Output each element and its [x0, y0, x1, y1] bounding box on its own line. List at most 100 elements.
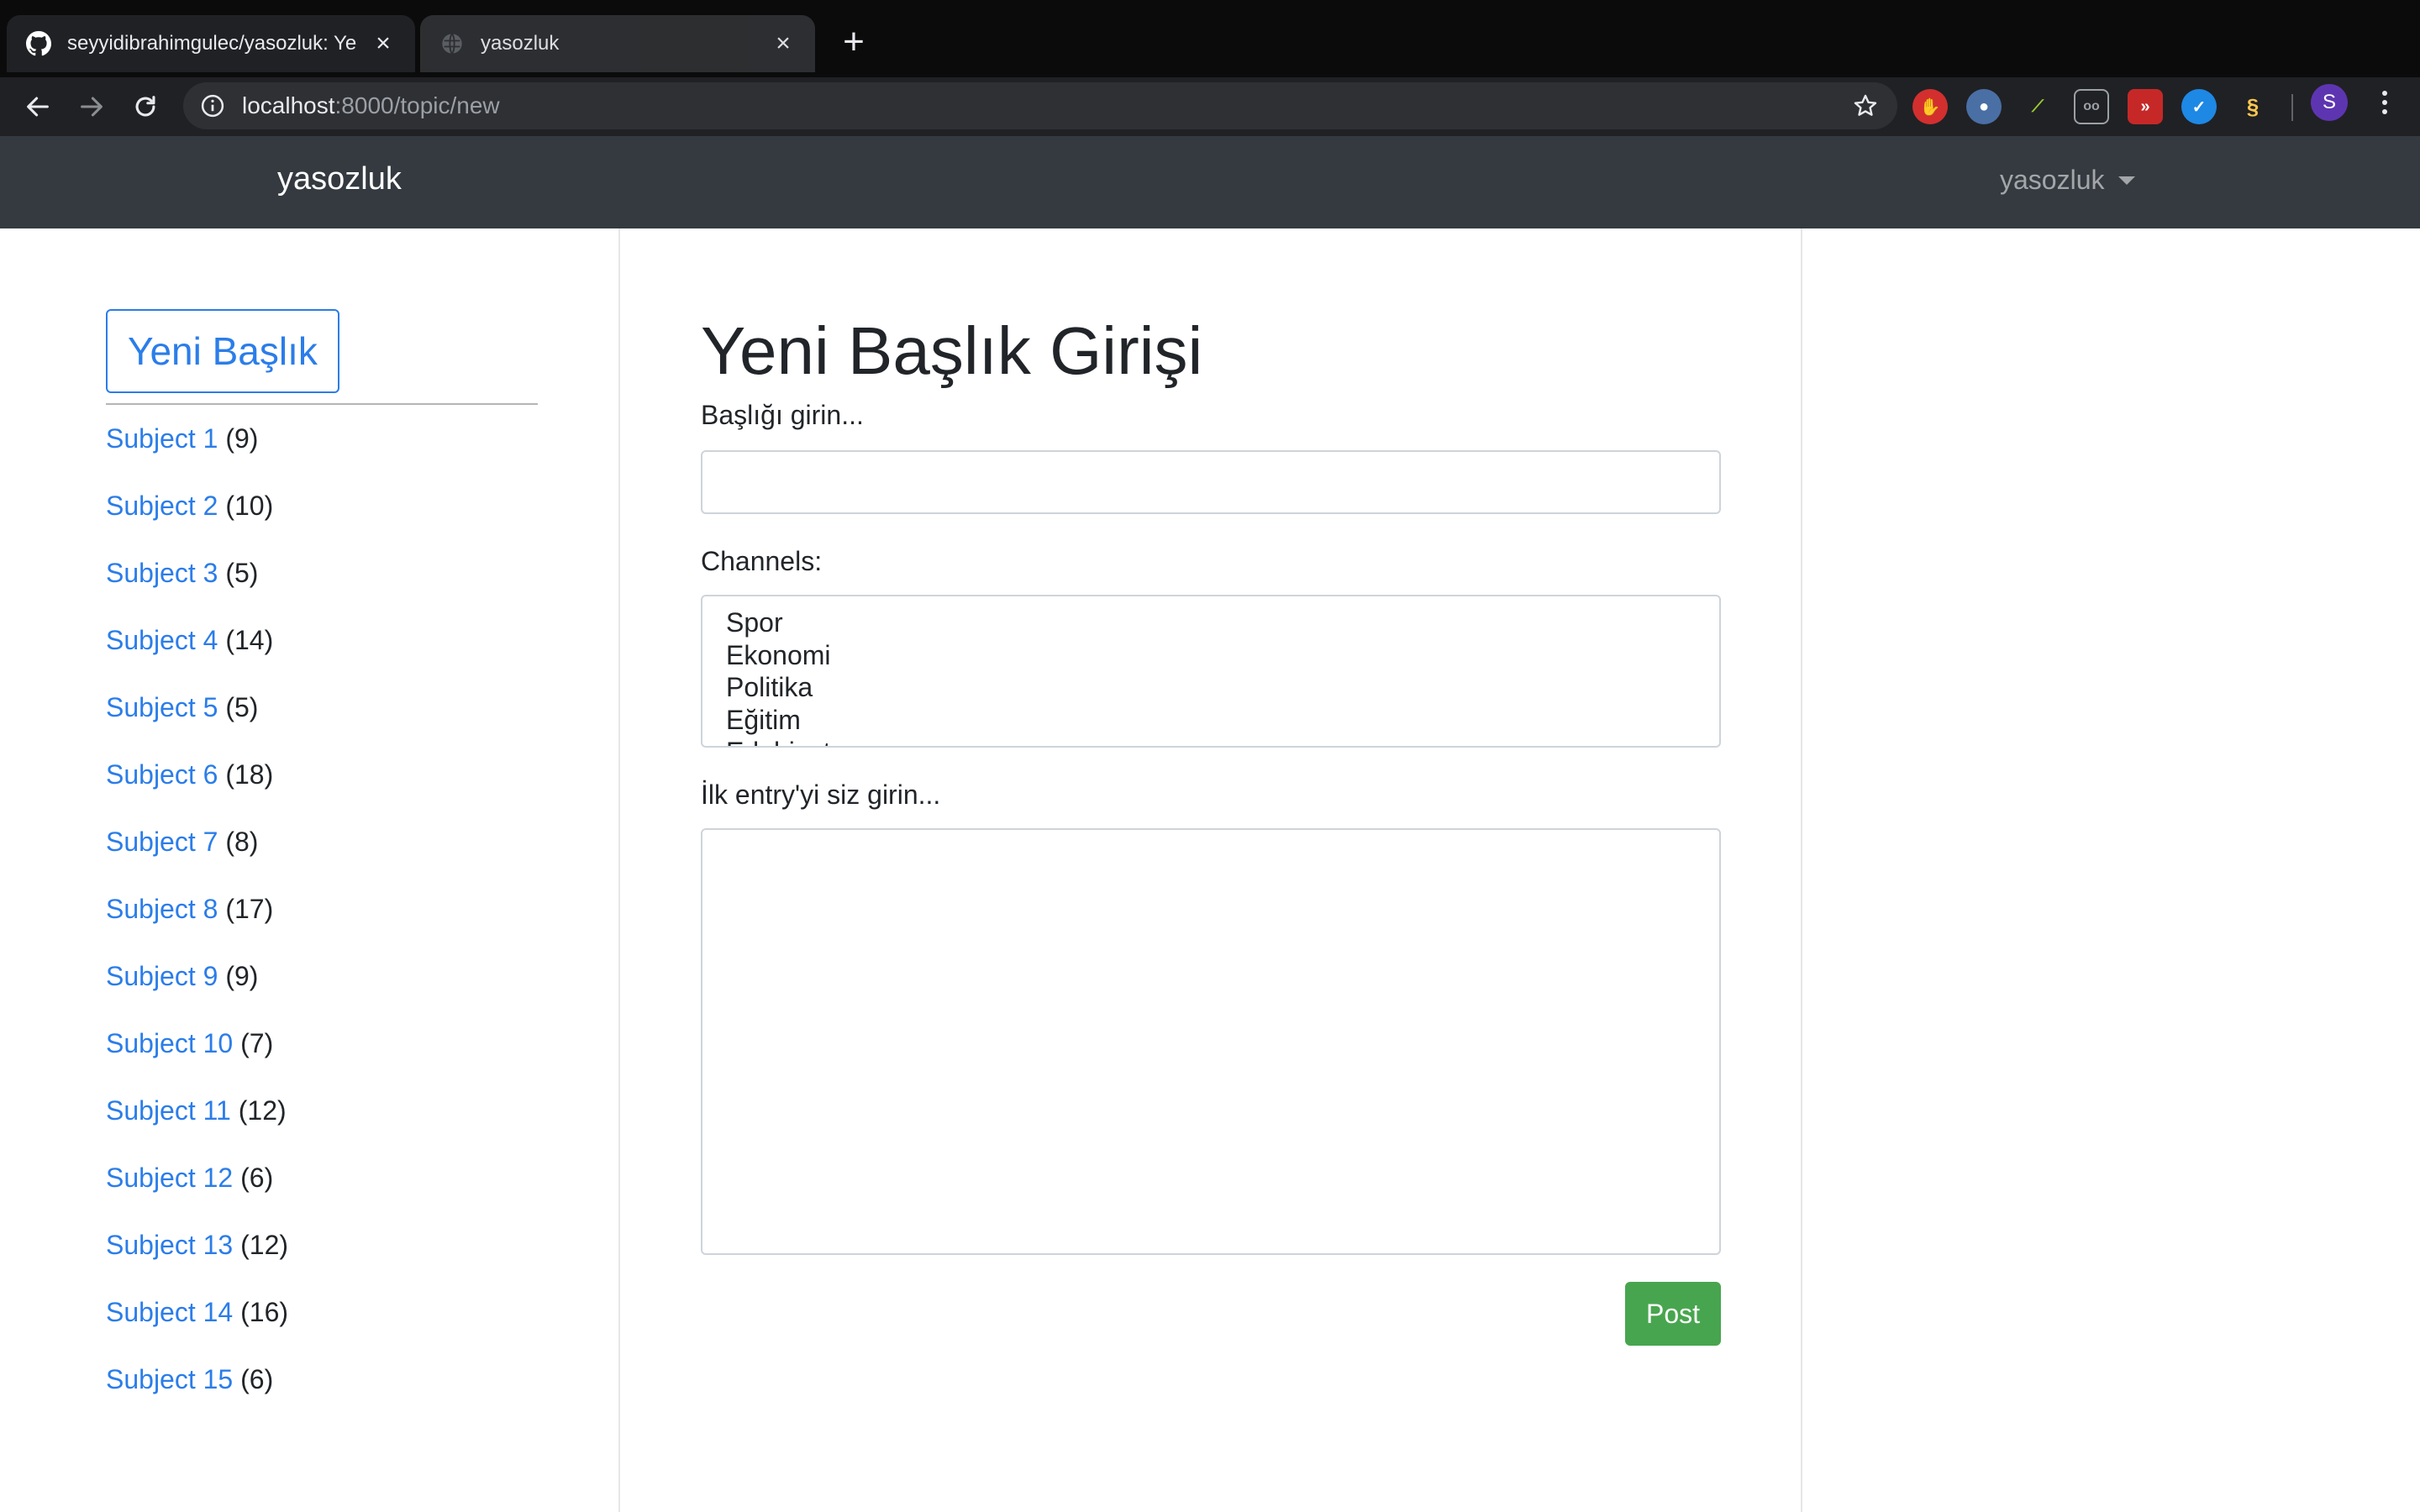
subject-count: (18) — [225, 759, 274, 790]
address-bar[interactable]: localhost:8000/topic/new — [183, 82, 1897, 129]
bookmark-star-icon[interactable] — [1852, 92, 1879, 119]
subject-count: (12) — [240, 1230, 289, 1260]
github-icon — [25, 30, 52, 57]
subject-link[interactable]: Subject 1 — [106, 423, 218, 454]
post-button[interactable]: Post — [1625, 1282, 1721, 1346]
subject-item: Subject 13 (12) — [106, 1226, 538, 1294]
column-divider — [618, 228, 620, 1512]
subject-item: Subject 11 (12) — [106, 1092, 538, 1159]
profile-avatar[interactable]: S — [2311, 84, 2348, 121]
subject-count: (6) — [240, 1364, 274, 1394]
subject-link[interactable]: Subject 2 — [106, 491, 218, 521]
toolbar-separator — [2291, 94, 2293, 121]
forward-arrow-icon[interactable] — [71, 86, 113, 128]
subject-item: Subject 2 (10) — [106, 487, 538, 554]
channel-option[interactable]: Politika — [726, 671, 1696, 704]
user-dropdown[interactable]: yasozluk — [2000, 165, 2135, 196]
url-path: :8000/topic/new — [334, 92, 500, 118]
subject-count: (5) — [225, 692, 259, 722]
subject-item: Subject 4 (14) — [106, 622, 538, 689]
channel-option[interactable]: Spor — [726, 606, 1696, 639]
column-divider — [1801, 228, 1802, 1512]
form-actions: Post — [701, 1282, 1721, 1366]
browser-tab-yasozluk[interactable]: yasozluk × — [420, 15, 815, 72]
subject-count: (8) — [225, 827, 259, 857]
new-tab-icon[interactable]: + — [834, 24, 874, 64]
subject-link[interactable]: Subject 11 — [106, 1095, 231, 1126]
subject-item: Subject 7 (8) — [106, 823, 538, 890]
browser-tab-github[interactable]: seyyidibrahimgulec/yasozluk: Ye × — [7, 15, 415, 72]
channel-option[interactable]: Edebiyat — [726, 736, 1696, 746]
subject-item: Subject 5 (5) — [106, 689, 538, 756]
browser-toolbar: localhost:8000/topic/new ✋ ● ⟋ oo » ✓ § — [0, 77, 2420, 136]
subject-count: (17) — [225, 894, 274, 924]
caret-down-icon — [2118, 176, 2135, 185]
new-topic-button[interactable]: Yeni Başlık — [106, 309, 339, 393]
subject-link[interactable]: Subject 6 — [106, 759, 218, 790]
topic-label: Başlığı girin... — [701, 400, 864, 430]
tab-title: yasozluk — [481, 32, 560, 55]
subject-link[interactable]: Subject 10 — [106, 1028, 233, 1058]
entry-textarea[interactable] — [701, 828, 1721, 1255]
subject-list: Subject 1 (9) Subject 2 (10) Subject 3 (… — [106, 420, 538, 1428]
subject-link[interactable]: Subject 12 — [106, 1163, 233, 1193]
sidebar: Yeni Başlık Subject 1 (9) Subject 2 (10)… — [106, 309, 538, 1428]
extension-pin-icon[interactable]: ⟋ — [2020, 89, 2055, 124]
sidebar-divider — [106, 403, 538, 405]
subject-link[interactable]: Subject 14 — [106, 1297, 233, 1327]
subject-item: Subject 15 (6) — [106, 1361, 538, 1428]
info-icon[interactable] — [200, 93, 225, 118]
subject-count: (5) — [225, 558, 259, 588]
extension-check-icon[interactable]: ✓ — [2181, 89, 2217, 124]
adblock-extension-icon[interactable]: ✋ — [1912, 89, 1948, 124]
subject-item: Subject 1 (9) — [106, 420, 538, 487]
subject-count: (6) — [240, 1163, 274, 1193]
subject-item: Subject 8 (17) — [106, 890, 538, 958]
back-arrow-icon[interactable] — [17, 86, 59, 128]
python-extension-icon[interactable]: § — [2235, 89, 2270, 124]
navbar-brand[interactable]: yasozluk — [277, 161, 402, 197]
subject-count: (16) — [240, 1297, 289, 1327]
subject-count: (12) — [238, 1095, 287, 1126]
topic-input[interactable] — [701, 450, 1721, 514]
url-host: localhost — [242, 92, 335, 118]
subject-item: Subject 6 (18) — [106, 756, 538, 823]
browser-menu-icon[interactable] — [2370, 87, 2400, 118]
subject-count: (14) — [225, 625, 274, 655]
subject-count: (9) — [225, 961, 259, 991]
subject-count: (10) — [225, 491, 274, 521]
channel-option[interactable]: Ekonomi — [726, 639, 1696, 672]
new-topic-form: Yeni Başlık Girişi Başlığı girin... Chan… — [701, 309, 1721, 1366]
subject-item: Subject 3 (5) — [106, 554, 538, 622]
subject-link[interactable]: Subject 4 — [106, 625, 218, 655]
channels-multiselect[interactable]: Spor Ekonomi Politika Eğitim Edebiyat — [701, 595, 1721, 748]
extension-forward-icon[interactable]: » — [2128, 89, 2163, 124]
extension-circle-icon[interactable]: ● — [1966, 89, 2002, 124]
subject-link[interactable]: Subject 3 — [106, 558, 218, 588]
globe-icon — [439, 30, 466, 57]
subject-count: (9) — [225, 423, 259, 454]
tab-title: seyyidibrahimgulec/yasozluk: Ye — [67, 32, 357, 55]
subject-item: Subject 9 (9) — [106, 958, 538, 1025]
user-dropdown-label: yasozluk — [2000, 165, 2105, 195]
subject-item: Subject 14 (16) — [106, 1294, 538, 1361]
close-icon[interactable]: × — [770, 29, 797, 57]
channels-label: Channels: — [701, 546, 823, 576]
subject-link[interactable]: Subject 9 — [106, 961, 218, 991]
subject-link[interactable]: Subject 13 — [106, 1230, 233, 1260]
url-text: localhost:8000/topic/new — [242, 92, 500, 119]
channel-option[interactable]: Eğitim — [726, 704, 1696, 737]
close-icon[interactable]: × — [370, 29, 397, 57]
subject-item: Subject 10 (7) — [106, 1025, 538, 1092]
subject-link[interactable]: Subject 5 — [106, 692, 218, 722]
extension-glasses-icon[interactable]: oo — [2074, 89, 2109, 124]
reload-icon[interactable] — [124, 86, 166, 128]
browser-tab-strip: seyyidibrahimgulec/yasozluk: Ye × yasozl… — [0, 0, 2420, 77]
app-navbar: yasozluk yasozluk — [0, 136, 2420, 228]
entry-label: İlk entry'yi siz girin... — [701, 780, 941, 810]
page-title: Yeni Başlık Girişi — [701, 313, 1203, 388]
subject-count: (7) — [240, 1028, 274, 1058]
subject-link[interactable]: Subject 8 — [106, 894, 218, 924]
subject-link[interactable]: Subject 15 — [106, 1364, 233, 1394]
subject-link[interactable]: Subject 7 — [106, 827, 218, 857]
